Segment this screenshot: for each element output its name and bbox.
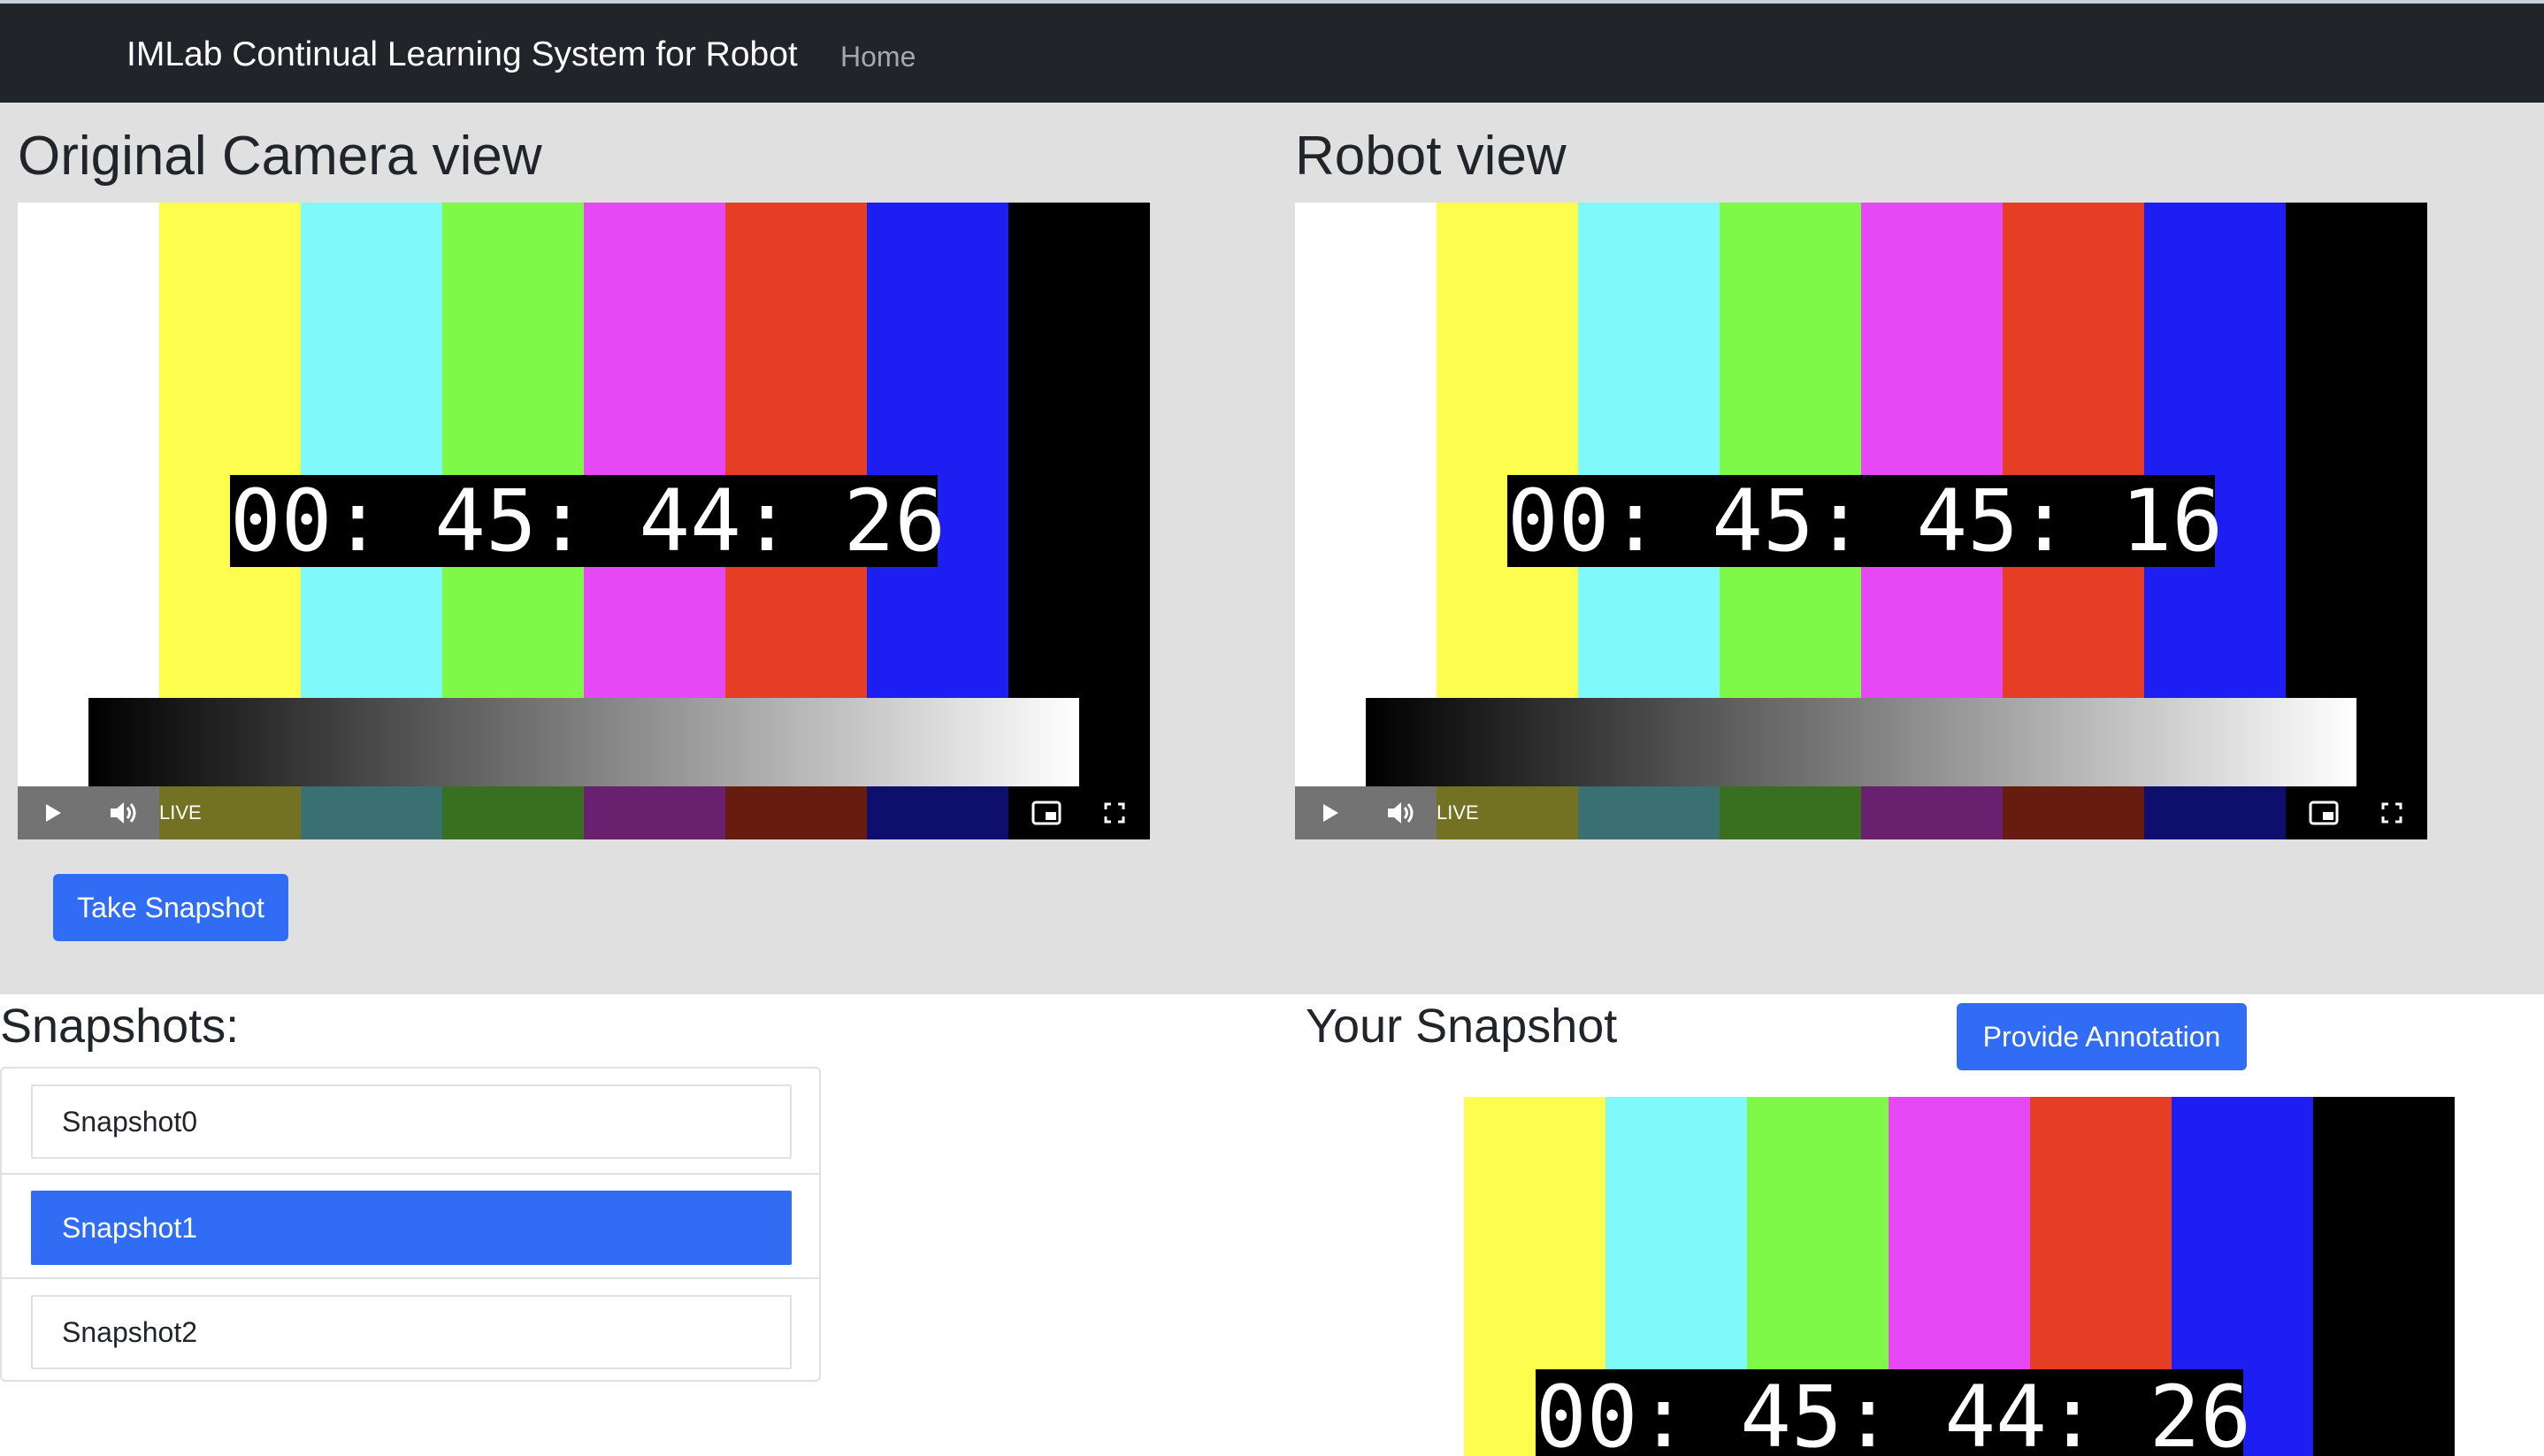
snapshot-list: Snapshot0 Snapshot1 Snapshot2 xyxy=(0,1067,821,1382)
live-indicator: LIVE xyxy=(159,801,202,824)
snapshots-title: Snapshots: xyxy=(0,1000,240,1053)
camera-view-title: Original Camera view xyxy=(18,126,542,187)
camera-video-controls: LIVE xyxy=(18,786,1150,839)
volume-icon[interactable] xyxy=(88,786,159,839)
navbar-brand[interactable]: IMLab Continual Learning System for Robo… xyxy=(126,35,798,74)
camera-timecode: 00: 45: 44: 26 xyxy=(230,471,946,571)
your-snapshot-title: Your Snapshot xyxy=(1306,1000,1618,1053)
navbar: IMLab Continual Learning System for Robo… xyxy=(0,0,2544,103)
snapshot-timecode: 00: 45: 44: 26 xyxy=(1536,1369,2251,1456)
list-item: Snapshot0 xyxy=(2,1069,819,1173)
live-indicator: LIVE xyxy=(1437,801,1479,824)
camera-grayscale-gradient xyxy=(88,698,1079,786)
snapshot-item-1[interactable]: Snapshot1 xyxy=(31,1191,792,1265)
robot-video-controls: LIVE xyxy=(1295,786,2427,839)
picture-in-picture-icon[interactable] xyxy=(2291,786,2356,839)
robot-view-title: Robot view xyxy=(1295,126,1567,187)
play-icon[interactable] xyxy=(18,786,88,839)
snapshot-item-2[interactable]: Snapshot2 xyxy=(31,1295,792,1369)
take-snapshot-button[interactable]: Take Snapshot xyxy=(53,874,288,941)
provide-annotation-button[interactable]: Provide Annotation xyxy=(1957,1003,2247,1070)
nav-link-home[interactable]: Home xyxy=(840,41,916,73)
robot-timecode: 00: 45: 45: 16 xyxy=(1507,471,2224,571)
fullscreen-icon[interactable] xyxy=(1079,786,1150,839)
play-icon[interactable] xyxy=(1295,786,1366,839)
snapshot-preview-image: 00: 45: 44: 26 xyxy=(1464,1097,2455,1456)
color-bar-black xyxy=(2313,1097,2455,1456)
video-section: Original Camera view 00: 45: 44: 26 LIVE xyxy=(0,103,2544,994)
volume-icon[interactable] xyxy=(1366,786,1437,839)
list-item: Snapshot2 xyxy=(2,1277,819,1382)
fullscreen-icon[interactable] xyxy=(2356,786,2427,839)
list-item: Snapshot1 xyxy=(2,1173,819,1277)
picture-in-picture-icon[interactable] xyxy=(1014,786,1079,839)
robot-video-player[interactable]: 00: 45: 45: 16 LIVE xyxy=(1295,203,2427,839)
snapshot-item-0[interactable]: Snapshot0 xyxy=(31,1084,792,1159)
robot-grayscale-gradient xyxy=(1366,698,2356,786)
camera-video-player[interactable]: 00: 45: 44: 26 LIVE xyxy=(18,203,1150,839)
